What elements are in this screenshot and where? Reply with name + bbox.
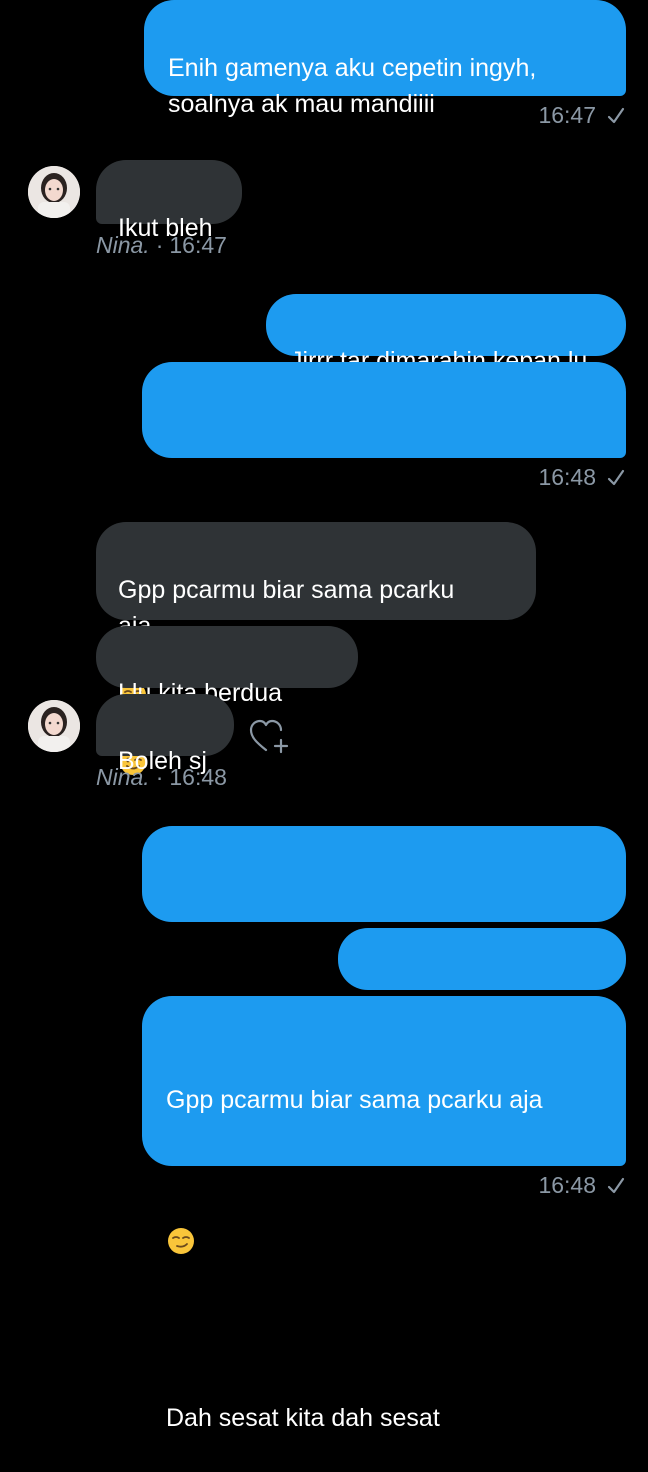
outgoing-message-bubble[interactable]: Enih gamenya aku cepetin ingyh, soalnya … (144, 0, 626, 118)
message-meta: 16:48 (538, 1172, 626, 1199)
separator-dot: · (155, 764, 164, 790)
message-meta: 16:48 (538, 464, 626, 491)
avatar[interactable] (28, 166, 80, 218)
message-time: 16:48 (169, 764, 227, 790)
check-icon (606, 468, 626, 488)
check-icon (606, 1176, 626, 1196)
check-icon (606, 106, 626, 126)
outgoing-message-bubble[interactable]: Jirrr tar dimarahin kepan lu (266, 294, 626, 375)
message-text: Gpp pcarmu biar sama pcarku aja (166, 1086, 543, 1114)
message-meta: Nina. · 16:48 (96, 764, 227, 791)
sender-name: Nina. (96, 232, 150, 258)
message-text-line: Gpp pcarmu biar sama pcarku aja (166, 1046, 600, 1118)
sender-name: Nina. (96, 764, 150, 790)
incoming-message-bubble[interactable]: Boleh sj (96, 694, 234, 775)
incoming-message-bubble[interactable]: Llu kita berdua (96, 626, 358, 775)
outgoing-message-bubble-empty[interactable] (338, 928, 626, 990)
incoming-message-bubble[interactable]: Ikut bleh (96, 160, 242, 242)
message-time: 16:48 (538, 464, 596, 490)
message-meta: Nina. · 16:47 (96, 232, 227, 259)
outgoing-message-bubble-empty[interactable] (142, 362, 626, 458)
message-text: Enih gamenya aku cepetin ingyh, soalnya … (168, 54, 537, 118)
emoji-line (166, 1154, 600, 1266)
avatar[interactable] (28, 700, 80, 752)
outgoing-message-bubble-empty[interactable] (142, 826, 626, 922)
message-time: 16:48 (538, 1172, 596, 1198)
message-text-line: Dah sesat kita dah sesat (166, 1364, 600, 1436)
message-time: 16:47 (169, 232, 227, 258)
message-text: Dah sesat kita dah sesat (166, 1404, 440, 1432)
message-time: 16:47 (538, 102, 596, 128)
separator-dot: · (155, 232, 164, 258)
heart-plus-icon[interactable] (248, 716, 292, 756)
outgoing-message-bubble[interactable]: Gpp pcarmu biar sama pcarku aja Dah sesa… (142, 996, 626, 1432)
incoming-message-bubble[interactable]: Gpp pcarmu biar sama pcarku aja (96, 522, 536, 708)
message-meta: 16:47 (538, 102, 626, 129)
smirking-face-emoji (166, 1190, 196, 1266)
